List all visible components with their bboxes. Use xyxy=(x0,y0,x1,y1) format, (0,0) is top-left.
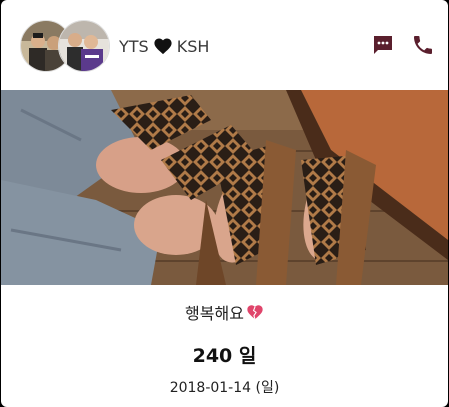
caption: 행복해요 xyxy=(1,300,448,324)
name-right: KSH xyxy=(176,36,210,56)
broken-heart-icon xyxy=(246,304,264,320)
couple-names: YTS KSH xyxy=(119,36,209,56)
day-counter: 240 일 xyxy=(192,345,257,367)
phone-icon[interactable] xyxy=(411,33,435,57)
avatar-right[interactable] xyxy=(58,20,110,72)
start-date: 2018-01-14 (일) xyxy=(169,380,280,396)
heart-icon xyxy=(153,37,173,55)
sandals-photo[interactable] xyxy=(1,90,448,285)
couple-card: YTS KSH 행복해요 240 일 2018-01-14 (일) xyxy=(1,0,448,407)
card-header: YTS KSH xyxy=(1,0,448,90)
caption-text: 행복해요 xyxy=(185,304,244,323)
message-icon[interactable] xyxy=(371,33,395,57)
avatar-group[interactable] xyxy=(20,20,112,72)
name-left: YTS xyxy=(119,36,149,56)
